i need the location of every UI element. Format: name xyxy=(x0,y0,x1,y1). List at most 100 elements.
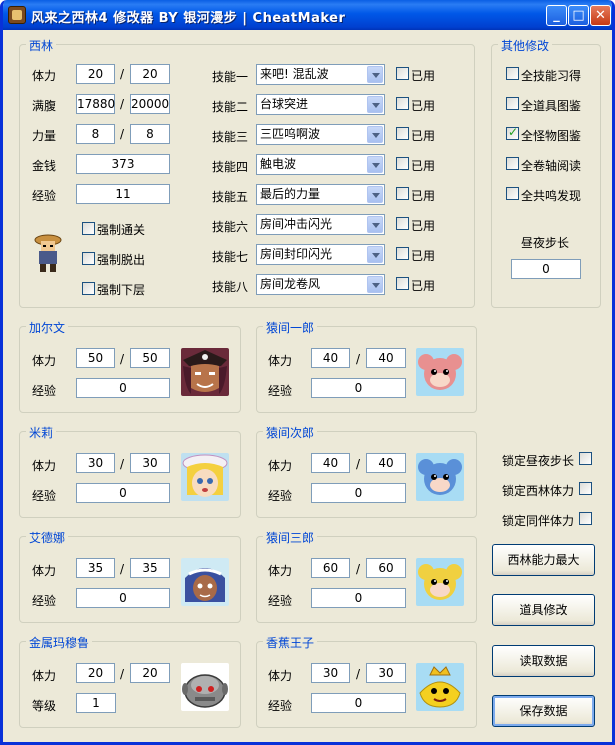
power-label: 力量 xyxy=(32,129,57,143)
minimize-button[interactable]: _ xyxy=(546,5,567,26)
companion-hp-input[interactable]: 30 xyxy=(76,453,115,473)
skill-select[interactable]: 房间龙卷风 xyxy=(256,274,385,295)
exp-input[interactable]: 11 xyxy=(76,184,170,204)
lock-ally-hp-label: 锁定同伴体力 xyxy=(502,514,575,528)
companion-hp-max-input[interactable]: 40 xyxy=(366,453,406,473)
companion-exp-input[interactable]: 0 xyxy=(311,483,406,503)
companion-exp-input[interactable]: 0 xyxy=(76,588,170,608)
force-clear-checkbox[interactable] xyxy=(82,222,95,235)
companion-exp-input[interactable]: 0 xyxy=(311,693,406,713)
chevron-down-icon[interactable] xyxy=(367,276,383,293)
companion-hp-input[interactable]: 20 xyxy=(76,663,115,683)
all-scrolls-checkbox[interactable] xyxy=(506,157,519,170)
fullness-label: 满腹 xyxy=(32,99,57,113)
power-max-input[interactable]: 8 xyxy=(130,124,170,144)
companion-exp-input[interactable]: 0 xyxy=(311,378,406,398)
all-monsters-checkbox[interactable] xyxy=(506,125,519,140)
companion-hp-input[interactable]: 50 xyxy=(76,348,115,368)
skill-value: 最后的力量 xyxy=(260,187,321,201)
companion-hp-slash: / xyxy=(356,667,361,681)
companion-hp-max-input[interactable]: 30 xyxy=(366,663,406,683)
force-escape-label: 强制脱出 xyxy=(97,253,146,267)
chevron-down-icon[interactable] xyxy=(367,66,383,83)
max-ability-button[interactable]: 西林能力最大 xyxy=(492,544,595,576)
skill-used-checkbox[interactable] xyxy=(396,277,409,290)
hp-max-input[interactable]: 20 xyxy=(130,64,170,84)
chevron-down-icon[interactable] xyxy=(367,186,383,203)
item-edit-button[interactable]: 道具修改 xyxy=(492,594,595,626)
skill-select[interactable]: 来吧! 混乱波 xyxy=(256,64,385,85)
chevron-down-icon[interactable] xyxy=(367,126,383,143)
companion-hp-label: 体力 xyxy=(32,564,57,578)
skill-used-label: 已用 xyxy=(411,219,436,233)
skill-value: 三匹呜啊波 xyxy=(260,127,321,141)
companion-hp-input[interactable]: 60 xyxy=(311,558,350,578)
save-data-button[interactable]: 保存数据 xyxy=(492,695,595,727)
companion-hp-input[interactable]: 30 xyxy=(311,663,350,683)
companion-hp-max-input[interactable]: 50 xyxy=(130,348,170,368)
companion-hp-label: 体力 xyxy=(32,459,57,473)
saruma-jiro-portrait xyxy=(416,453,464,501)
skill-label: 技能八 xyxy=(212,280,249,294)
money-input[interactable]: 373 xyxy=(76,154,170,174)
companion-level-input[interactable]: 1 xyxy=(76,693,116,713)
companion-hp-input[interactable]: 40 xyxy=(311,453,350,473)
skill-used-checkbox[interactable] xyxy=(396,247,409,260)
read-data-button[interactable]: 读取数据 xyxy=(492,645,595,677)
companion-exp-input[interactable]: 0 xyxy=(76,483,170,503)
fullness-input[interactable]: 17880 xyxy=(76,94,115,114)
all-items-checkbox[interactable] xyxy=(506,97,519,110)
hp-input[interactable]: 20 xyxy=(76,64,115,84)
companion-hp-max-input[interactable]: 40 xyxy=(366,348,406,368)
close-button[interactable]: ✕ xyxy=(590,5,611,26)
chevron-down-icon[interactable] xyxy=(367,246,383,263)
all-skills-checkbox[interactable] xyxy=(506,67,519,80)
skill-select[interactable]: 触电波 xyxy=(256,154,385,175)
companion-hp-input[interactable]: 35 xyxy=(76,558,115,578)
companion-hp-label: 体力 xyxy=(268,669,293,683)
skill-select[interactable]: 台球突进 xyxy=(256,94,385,115)
skill-used-checkbox[interactable] xyxy=(396,217,409,230)
shiren-sprite xyxy=(31,232,65,274)
skill-select[interactable]: 三匹呜啊波 xyxy=(256,124,385,145)
skill-value: 来吧! 混乱波 xyxy=(260,67,329,81)
chevron-down-icon[interactable] xyxy=(367,96,383,113)
all-resonance-label: 全共鸣发现 xyxy=(521,189,582,203)
lock-ally-hp-checkbox[interactable] xyxy=(579,512,592,525)
companion-exp-input[interactable]: 0 xyxy=(311,588,406,608)
companion-exp-label: 经验 xyxy=(32,594,57,608)
companion-hp-input[interactable]: 40 xyxy=(311,348,350,368)
skill-select[interactable]: 房间冲击闪光 xyxy=(256,214,385,235)
other-group-title: 其他修改 xyxy=(498,37,553,54)
skill-used-checkbox[interactable] xyxy=(396,187,409,200)
skill-label: 技能一 xyxy=(212,70,249,84)
companion-exp-input[interactable]: 0 xyxy=(76,378,170,398)
skill-used-checkbox[interactable] xyxy=(396,157,409,170)
fullness-max-input[interactable]: 20000 xyxy=(130,94,170,114)
skill-used-checkbox[interactable] xyxy=(396,67,409,80)
chevron-down-icon[interactable] xyxy=(367,156,383,173)
companion-hp-max-input[interactable]: 35 xyxy=(130,558,170,578)
maximize-button[interactable]: □ xyxy=(568,5,589,26)
companion-hp-max-input[interactable]: 30 xyxy=(130,453,170,473)
power-input[interactable]: 8 xyxy=(76,124,115,144)
force-escape-checkbox[interactable] xyxy=(82,252,95,265)
chevron-down-icon[interactable] xyxy=(367,216,383,233)
saruma-saburo-portrait xyxy=(416,558,464,606)
lock-daynight-checkbox[interactable] xyxy=(579,452,592,465)
lock-shiren-hp-checkbox[interactable] xyxy=(579,482,592,495)
skill-used-checkbox[interactable] xyxy=(396,97,409,110)
companion-hp-max-input[interactable]: 60 xyxy=(366,558,406,578)
saruma-ichiro-portrait xyxy=(416,348,464,396)
companion-hp-max-input[interactable]: 20 xyxy=(130,663,170,683)
skill-select[interactable]: 房间封印闪光 xyxy=(256,244,385,265)
title-bar[interactable]: 风来之西林4 修改器 BY 银河漫步 | CheatMaker _ □ ✕ xyxy=(3,0,612,30)
all-resonance-checkbox[interactable] xyxy=(506,187,519,200)
skill-value: 房间龙卷风 xyxy=(260,277,321,291)
force-down-checkbox[interactable] xyxy=(82,282,95,295)
skill-used-checkbox[interactable] xyxy=(396,127,409,140)
companion-exp-label: 经验 xyxy=(268,489,293,503)
daynight-input[interactable]: 0 xyxy=(511,259,581,279)
skill-used-label: 已用 xyxy=(411,249,436,263)
skill-select[interactable]: 最后的力量 xyxy=(256,184,385,205)
